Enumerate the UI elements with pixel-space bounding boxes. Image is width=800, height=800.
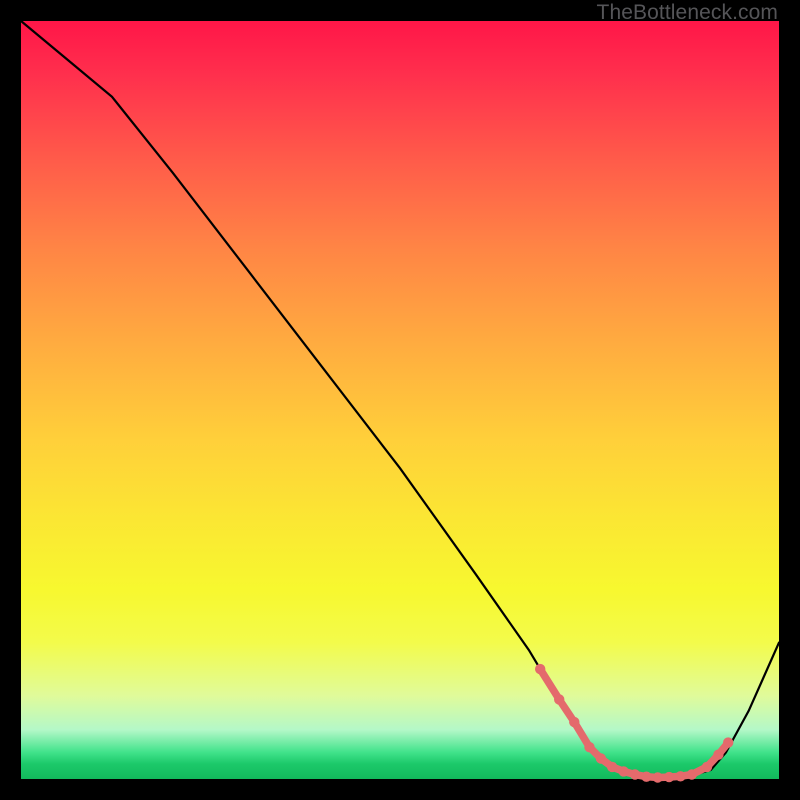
chart-svg [21,21,779,779]
marker-dot [584,742,594,752]
marker-dot [535,664,545,674]
marker-dot [653,772,663,782]
marker-dot [596,753,606,763]
marker-dot [723,737,733,747]
marker-dot [569,717,579,727]
marker-dot [713,750,723,760]
marker-dot [554,694,564,704]
marker-dot [630,769,640,779]
marker-dot [607,762,617,772]
chart-frame: TheBottleneck.com [0,0,800,800]
marker-dot [618,766,628,776]
marker-dot [675,771,685,781]
marker-line [540,669,728,777]
marker-dot [687,769,697,779]
bottleneck-curve [21,21,779,778]
highlight-markers [535,664,733,783]
marker-dot [641,772,651,782]
marker-dot [702,762,712,772]
marker-dot [664,772,674,782]
